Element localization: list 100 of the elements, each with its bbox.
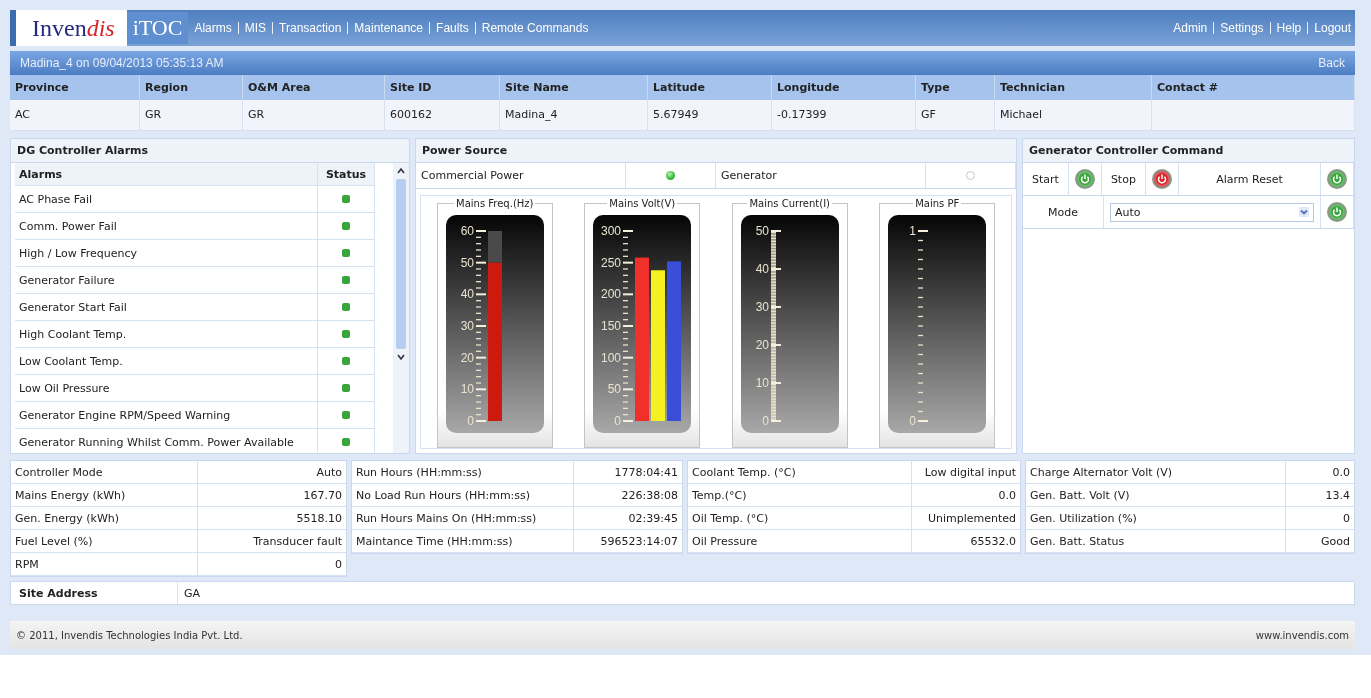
back-link[interactable]: Back [1318, 56, 1345, 70]
column-header: Alarms [15, 163, 318, 185]
reading-value: 65532.0 [969, 533, 1017, 550]
column-header: Technician [995, 75, 1152, 100]
reading-value: Low digital input [923, 464, 1017, 481]
tick-label: 50 [460, 255, 474, 270]
column-header: Type [916, 75, 995, 100]
reading-label: Coolant Temp. (°C) [688, 461, 912, 483]
reading-value: 596523:14:07 [599, 533, 679, 550]
tick-label: 40 [460, 287, 474, 302]
reading-label: Gen. Energy (kWh) [11, 507, 198, 529]
tick-label: 20 [755, 338, 769, 352]
scroll-down-icon[interactable] [396, 352, 406, 362]
nav-link[interactable]: MIS [244, 21, 267, 35]
gauge-title: Mains Freq.(Hz) [455, 198, 535, 209]
column-header: Region [140, 75, 243, 100]
column-header: Site Name [500, 75, 648, 100]
reading-label: Charge Alternator Volt (V) [1026, 461, 1286, 483]
column-header: Contact # [1152, 75, 1355, 100]
reading-value: 226:38:08 [620, 487, 679, 504]
power-button[interactable] [1327, 169, 1347, 189]
reading-label: Controller Mode [11, 461, 198, 483]
reading-label: Maintance Time (HH:mm:ss) [352, 530, 574, 552]
column-header: Latitude [648, 75, 772, 100]
reading-value: 5518.10 [295, 510, 343, 527]
reading-value: 0 [334, 556, 343, 573]
table-cell: Madina_4 [500, 100, 648, 131]
nav-link[interactable]: Transaction [279, 21, 342, 35]
nav-link[interactable]: Remote Commands [481, 21, 589, 35]
alarm-name: Low Coolant Temp. [15, 348, 318, 374]
reading-value: 13.4 [1324, 487, 1351, 504]
tick-label: 250 [601, 255, 622, 270]
mode-label: Mode [1023, 196, 1104, 228]
reading-value: 1778:04:41 [613, 464, 679, 481]
reading-label: Run Hours (HH:mm:ss) [352, 461, 574, 483]
command-label: Start [1023, 163, 1069, 195]
source-name: Generator [716, 163, 926, 188]
alarm-name: Generator Failure [15, 267, 318, 293]
table-cell: 5.67949 [648, 100, 772, 131]
power-button[interactable] [1327, 202, 1347, 222]
tick-label: 20 [460, 350, 474, 365]
tick-label: 10 [755, 376, 769, 390]
alarm-name: High / Low Frequency [15, 240, 318, 266]
alarm-name: AC Phase Fail [15, 186, 318, 212]
tick-label: 150 [601, 319, 622, 333]
column-header: Site ID [385, 75, 500, 100]
account-link[interactable]: Logout [1314, 21, 1351, 35]
command-label: Stop [1101, 163, 1146, 195]
tick-label: 0 [762, 414, 769, 428]
reading-value: Transducer fault [252, 533, 343, 550]
copyright-text: © 2011, Invendis Technologies India Pvt. Ltd. [16, 629, 243, 641]
reading-label: Run Hours Mains On (HH:mm:ss) [352, 507, 574, 529]
power-button[interactable] [1151, 169, 1172, 189]
reading-label: RPM [11, 553, 198, 575]
reading-label: No Load Run Hours (HH:mm:ss) [352, 484, 574, 506]
nav-link[interactable]: Maintenance [354, 21, 424, 35]
power-button[interactable] [1074, 169, 1095, 189]
site-address-value: GA [183, 585, 202, 602]
account-link[interactable]: Admin [1173, 21, 1208, 35]
alarm-name: Low Oil Pressure [15, 375, 318, 401]
tick-label: 0 [614, 414, 622, 428]
power-icon [1331, 173, 1343, 185]
tick-label: 200 [601, 287, 622, 302]
tick-label: 50 [755, 224, 769, 238]
mode-dropdown[interactable]: Auto [1110, 202, 1314, 222]
table-cell: GF [916, 100, 995, 131]
gauge-title: Mains Volt(V) [608, 198, 677, 209]
nav-link[interactable]: Alarms [194, 21, 232, 35]
reading-label: Mains Energy (kWh) [11, 484, 198, 506]
power-icon [1155, 173, 1168, 185]
account-link[interactable]: Settings [1220, 21, 1264, 35]
reading-label: Oil Temp. (°C) [688, 507, 912, 529]
scroll-up-icon[interactable] [396, 166, 406, 176]
tick-label: 50 [607, 382, 622, 397]
reading-value: Auto [315, 464, 343, 481]
table-cell: AC [10, 100, 140, 131]
nav-link[interactable]: Faults [436, 21, 469, 35]
tick-label: 0 [467, 414, 474, 428]
reading-value: 0 [1342, 510, 1351, 527]
account-link[interactable]: Help [1276, 21, 1302, 35]
reading-label: Temp.(°C) [688, 484, 912, 506]
column-header: Province [10, 75, 140, 100]
tick-label: 40 [755, 262, 769, 276]
power-icon [1078, 173, 1091, 185]
panel-title: Generator Controller Command [1023, 139, 1354, 163]
reading-label: Gen. Batt. Status [1026, 530, 1286, 552]
tick-label: 30 [755, 300, 769, 314]
command-label: Alarm Reset [1178, 163, 1321, 195]
reading-label: Oil Pressure [688, 530, 912, 552]
column-header: Longitude [772, 75, 916, 100]
reading-value: 167.70 [302, 487, 343, 504]
site-address-label: Site Address [11, 582, 178, 604]
website-link[interactable]: www.invendis.com [1255, 629, 1349, 641]
tick-label: 100 [601, 350, 622, 365]
reading-label: Fuel Level (%) [11, 530, 198, 552]
alarm-name: Generator Start Fail [15, 294, 318, 320]
scrollbar[interactable] [393, 163, 409, 453]
tick-label: 60 [460, 224, 474, 238]
panel-title: Power Source [416, 139, 1016, 163]
column-header: O&M Area [243, 75, 385, 100]
